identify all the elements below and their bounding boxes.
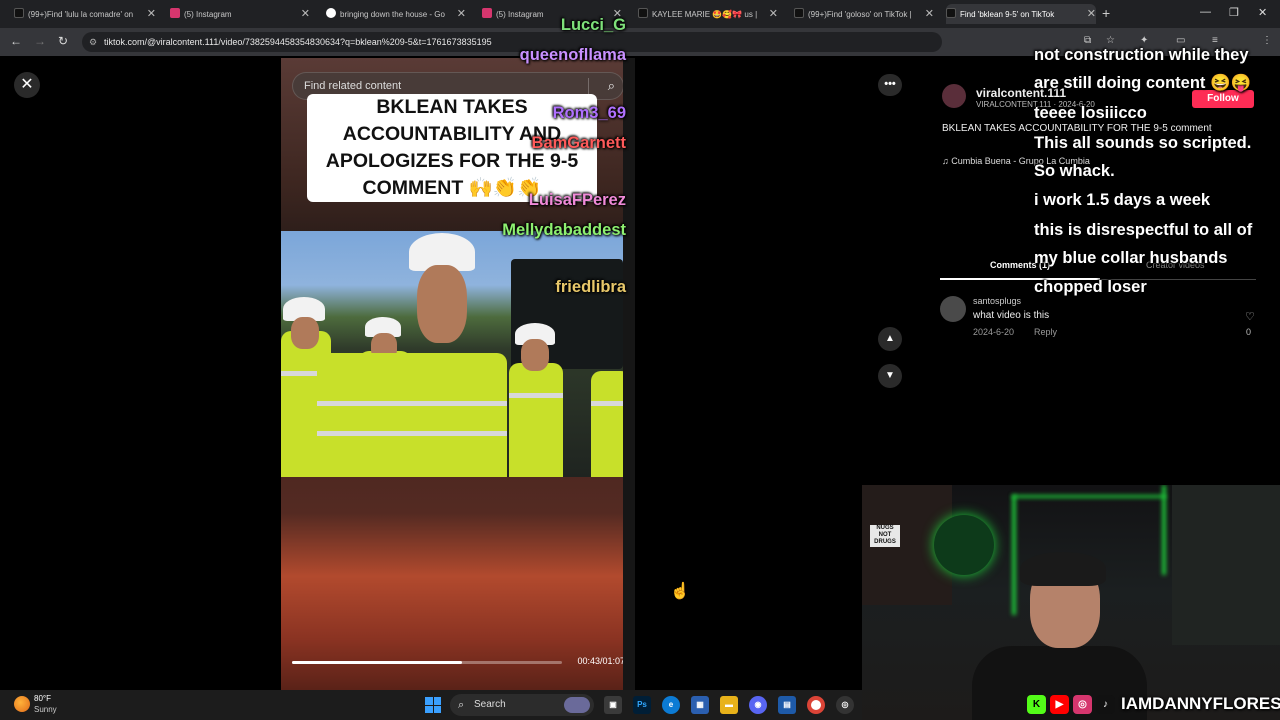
comment-like-count: 0 [1246,327,1252,337]
comment-reply-link[interactable]: Reply [1034,327,1057,337]
browser-tab-3[interactable]: bringing down the house - Go ✕ [326,4,466,24]
windows-start-icon[interactable] [425,697,441,713]
wall-sign: NUGS NOT DRUGS [870,525,900,547]
close-icon[interactable]: ✕ [301,7,310,20]
weather-condition[interactable]: Sunny [34,705,57,714]
chat-username: friedlibra [555,278,626,296]
taskbar-search[interactable]: ⌕ Search [450,694,594,716]
close-video-button[interactable]: ✕ [14,72,40,98]
site-info-icon[interactable]: ⚙ [89,32,97,52]
tab-label: (5) Instagram [184,9,232,19]
tiktok-icon [638,8,648,18]
tiktok-icon: ♪ [1096,694,1115,714]
google-icon [326,8,336,18]
tiktok-icon [794,8,804,18]
chat-text: this is disrespectful to all of [1034,221,1253,239]
close-icon[interactable]: ✕ [147,7,156,20]
stream-chat-overlay: Lucci_G queenofllama not construction wh… [502,10,1280,310]
related-search-placeholder: Find related content [304,80,402,92]
heart-icon[interactable]: ♡ [1245,310,1255,323]
tab-label: KAYLEE MARIE 🤩🥰🎀 us | [652,9,758,19]
instagram-icon [482,8,492,18]
comment-date: 2024-6-20 [973,327,1015,337]
edge-icon[interactable]: e [662,696,680,714]
app-window-icon[interactable]: ▤ [778,696,796,714]
weather-temperature[interactable]: 80°F [34,694,51,703]
browser-tab-2[interactable]: (5) Instagram ✕ [170,4,310,24]
chat-text: So whack. [1034,162,1115,180]
tab-label: (99+)Find 'lulu la comadre' on [28,9,134,19]
chat-username: Lucci_G [560,16,626,34]
chat-text: my blue collar husbands [1034,249,1228,267]
close-icon[interactable]: ✕ [457,7,466,20]
instagram-icon [170,8,180,18]
chat-text: are still doing content 😆😝 [1034,74,1252,92]
forward-icon[interactable]: → [34,34,46,48]
tiktok-icon [14,8,24,18]
photoshop-icon[interactable]: Ps [633,696,651,714]
chat-text: chopped loser [1034,278,1147,296]
tab-label: bringing down the house - Go [340,9,445,19]
discord-icon[interactable]: ◉ [749,696,767,714]
url-field[interactable]: ⚙ tiktok.com/@viralcontent.111/video/738… [82,32,942,52]
task-view-icon[interactable]: ▣ [604,696,622,714]
video-frame [281,231,623,477]
youtube-icon: ▶ [1050,694,1069,714]
chat-text: i work 1.5 days a week [1034,191,1211,209]
next-video-button[interactable]: ▼ [878,364,902,388]
search-icon[interactable]: ⌕ [608,73,615,99]
browser-tab-1[interactable]: (99+)Find 'lulu la comadre' on ✕ [14,4,156,24]
back-icon[interactable]: ← [10,34,22,48]
previous-video-button[interactable]: ▲ [878,327,902,351]
social-handles: K ▶ ◎ ♪ IAMDANNYFLORES [1027,692,1280,716]
store-icon[interactable]: ▦ [691,696,709,714]
chat-username: Rom3_69 [552,104,626,122]
chat-text: This all sounds so scripted. [1034,134,1252,152]
hand-cursor-icon: ☝ [670,583,690,600]
obs-icon[interactable]: ◎ [836,696,854,714]
file-explorer-icon[interactable]: ▬ [720,696,738,714]
video-timecode: 00:43/01:07 [577,656,623,666]
browser-tab-5[interactable]: KAYLEE MARIE 🤩🥰🎀 us | ✕ [638,4,778,24]
video-progress-fill [292,661,463,664]
comment-text: what video is this [973,310,1050,321]
close-icon[interactable]: ✕ [769,7,778,20]
chat-text: teeee losiiicco [1034,104,1147,122]
taskbar-search-label: Search [474,699,506,710]
chat-text: not construction while they [1034,46,1249,64]
chrome-icon[interactable] [807,696,825,714]
instagram-icon: ◎ [1073,694,1092,714]
reload-icon[interactable]: ↻ [58,34,68,48]
tab-label: (5) Instagram [496,9,544,19]
kick-icon: K [1027,694,1046,714]
webcam-feed: NUGS NOT DRUGS K ▶ ◎ ♪ IAMDANNYFLORES [862,485,1280,720]
chat-username: Mellydabaddest [502,221,626,239]
url-text: tiktok.com/@viralcontent.111/video/73825… [104,37,492,47]
chat-username: BamGarnett [531,134,626,152]
chat-username: LuisaFPerez [528,191,626,209]
wall-sign-text: NUGS NOT DRUGS [874,525,896,545]
taskbar: 80°F Sunny ⌕ Search ▣ Ps e ▦ ▬ ◉ ▤ ◎ [0,690,862,720]
search-icon: ⌕ [458,699,465,711]
chat-username: queenofllama [519,46,626,64]
streamer-handle: IAMDANNYFLORES [1121,694,1280,713]
video-progress-bar[interactable] [292,661,562,664]
weather-sun-icon[interactable] [14,696,30,712]
